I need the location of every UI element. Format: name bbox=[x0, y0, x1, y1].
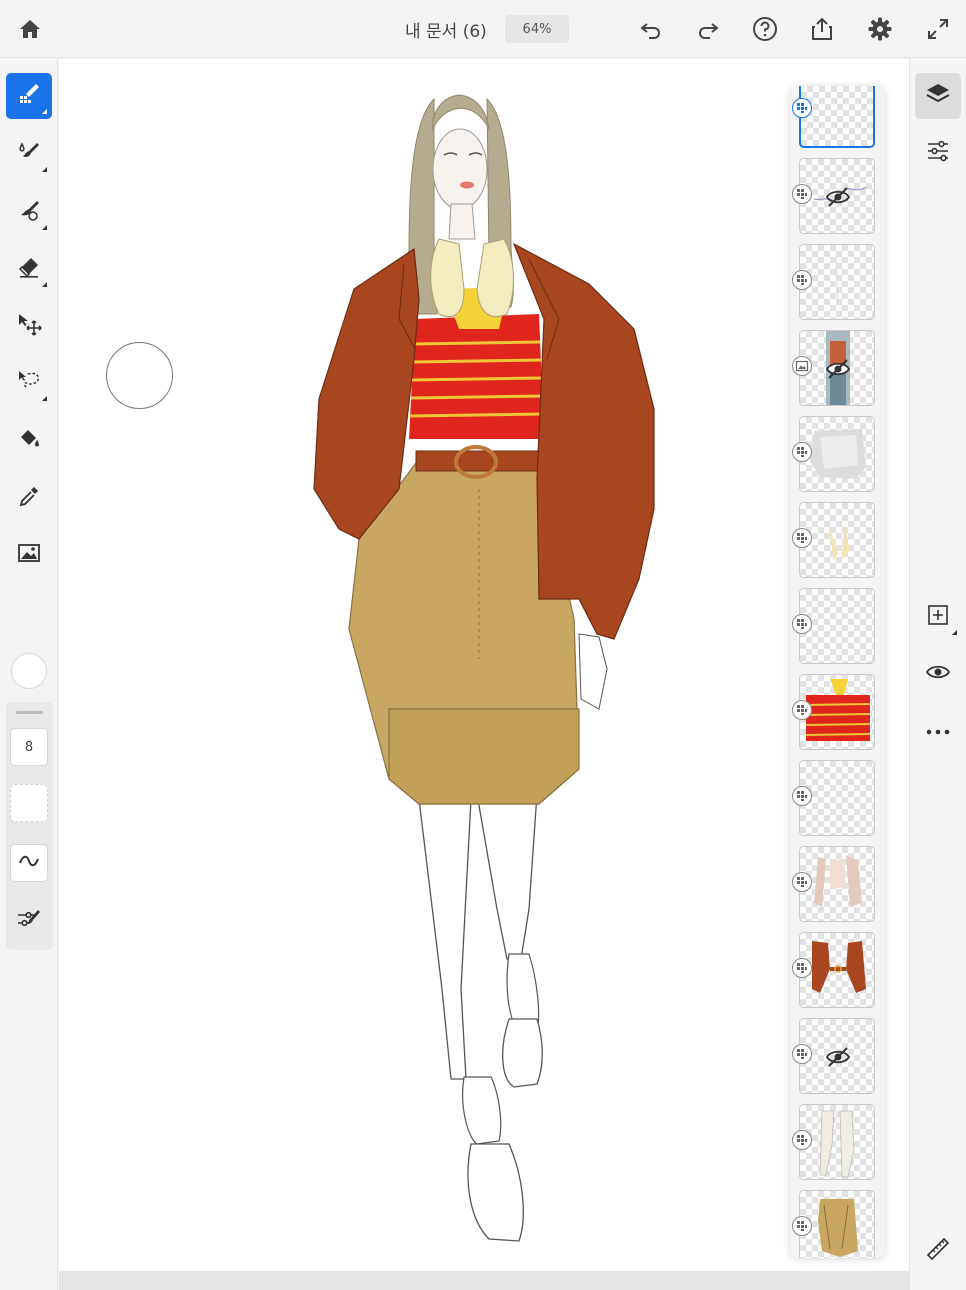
eye-icon bbox=[925, 659, 951, 689]
brush-settings-group: 8 bbox=[6, 702, 53, 950]
layers-panel bbox=[790, 86, 885, 1258]
hidden-eye-icon bbox=[824, 355, 852, 383]
live-brush-icon bbox=[17, 140, 41, 168]
undo-icon[interactable] bbox=[637, 15, 665, 43]
move-tool[interactable] bbox=[6, 303, 52, 349]
sliders-icon bbox=[926, 139, 950, 167]
pixel-brush-tool[interactable] bbox=[6, 73, 52, 119]
drawing-canvas[interactable] bbox=[59, 59, 909, 1271]
redo-icon[interactable] bbox=[694, 15, 722, 43]
pixel-layer-icon bbox=[792, 98, 812, 118]
live-brush-tool[interactable] bbox=[6, 131, 52, 177]
lasso-tool[interactable] bbox=[6, 360, 52, 406]
brush-settings-icon bbox=[16, 907, 42, 935]
lasso-icon bbox=[16, 368, 42, 398]
paint-bucket-icon bbox=[17, 427, 41, 455]
pixel-layer-icon bbox=[792, 958, 812, 978]
pixel-layer-icon bbox=[792, 614, 812, 634]
help-icon[interactable] bbox=[751, 15, 779, 43]
layer-visibility-button[interactable] bbox=[915, 651, 961, 697]
eyedropper-tool[interactable] bbox=[6, 475, 52, 521]
pixel-layer-icon bbox=[792, 442, 812, 462]
layer-properties-button[interactable] bbox=[915, 130, 961, 176]
mixer-brush-tool[interactable] bbox=[6, 189, 52, 235]
layers-icon bbox=[925, 81, 951, 111]
layer-thumbnail[interactable] bbox=[799, 86, 875, 148]
eraser-tool[interactable] bbox=[6, 246, 52, 292]
horizontal-scrollbar[interactable] bbox=[59, 1271, 909, 1290]
color-swatch[interactable] bbox=[11, 653, 47, 689]
smoothing-button[interactable] bbox=[10, 844, 48, 882]
gear-icon[interactable] bbox=[866, 15, 894, 43]
tool-panel: 8 bbox=[0, 58, 58, 1290]
mixer-brush-icon bbox=[17, 198, 41, 226]
pixel-brush-icon bbox=[17, 82, 41, 110]
pixel-layer-icon bbox=[792, 700, 812, 720]
image-icon bbox=[17, 541, 41, 569]
pixel-layer-icon bbox=[792, 184, 812, 204]
eyedropper-icon bbox=[17, 484, 41, 512]
brush-size[interactable]: 8 bbox=[10, 728, 48, 766]
pixel-layer-icon bbox=[792, 1216, 812, 1236]
add-layer-icon bbox=[926, 603, 950, 631]
pixel-layer-icon bbox=[792, 1044, 812, 1064]
tilde-icon bbox=[17, 849, 41, 877]
more-options-button[interactable] bbox=[915, 708, 961, 754]
brush-cursor bbox=[106, 342, 173, 409]
pixel-layer-icon bbox=[792, 528, 812, 548]
pixel-layer-icon bbox=[792, 872, 812, 892]
brush-opacity[interactable] bbox=[10, 784, 48, 822]
zoom-level[interactable]: 64% bbox=[505, 15, 569, 43]
image-tool[interactable] bbox=[6, 532, 52, 578]
eraser-icon bbox=[17, 255, 41, 283]
share-icon[interactable] bbox=[808, 15, 836, 43]
image-layer-icon bbox=[792, 356, 812, 376]
pixel-layer-icon bbox=[792, 786, 812, 806]
hidden-eye-icon bbox=[824, 1043, 852, 1071]
layers-button[interactable] bbox=[915, 73, 961, 119]
right-panel bbox=[909, 58, 966, 1290]
ruler-button[interactable] bbox=[915, 1228, 961, 1274]
hidden-eye-icon bbox=[824, 183, 852, 211]
home-icon[interactable] bbox=[16, 15, 44, 43]
add-layer-button[interactable] bbox=[915, 594, 961, 640]
document-title[interactable]: 내 문서 (6) bbox=[405, 17, 487, 42]
pixel-layer-icon bbox=[792, 270, 812, 290]
fashion-illustration bbox=[313, 94, 655, 1242]
drag-handle[interactable] bbox=[16, 711, 43, 714]
more-icon bbox=[925, 722, 951, 741]
pixel-layer-icon bbox=[792, 1130, 812, 1150]
move-icon bbox=[16, 311, 42, 341]
brush-settings-button[interactable] bbox=[10, 902, 48, 940]
fill-tool[interactable] bbox=[6, 418, 52, 464]
fullscreen-icon[interactable] bbox=[924, 15, 952, 43]
top-toolbar: 내 문서 (6) 64% bbox=[0, 0, 966, 58]
ruler-icon bbox=[925, 1236, 951, 1266]
